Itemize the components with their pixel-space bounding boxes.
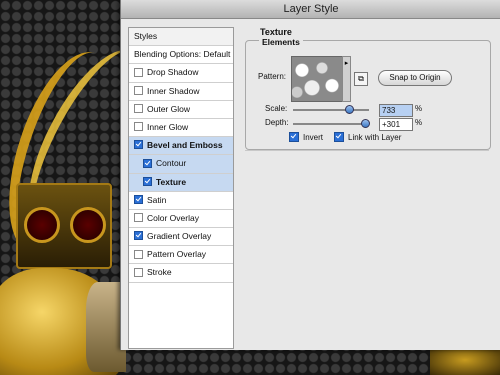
scale-slider[interactable] [293, 109, 369, 111]
style-item-label: Drop Shadow [147, 67, 199, 78]
speaker-artwork [24, 207, 60, 243]
speaker-artwork [70, 207, 106, 243]
depth-input[interactable]: +301 [379, 118, 413, 131]
style-item[interactable]: Drop Shadow [129, 64, 233, 83]
layer-style-dialog: Layer Style Styles Blending Options: Defa… [120, 0, 500, 350]
style-item[interactable]: Styles [129, 28, 233, 47]
depth-slider[interactable] [293, 123, 369, 125]
style-checkbox[interactable] [134, 104, 143, 113]
style-item[interactable]: Stroke [129, 264, 233, 283]
style-checkbox[interactable] [134, 140, 143, 150]
new-preset-icon[interactable]: ⧉ [354, 72, 368, 86]
dialog-title: Layer Style [121, 0, 500, 19]
style-item-label: Outer Glow [147, 103, 190, 114]
style-item[interactable]: Texture [129, 173, 233, 192]
pattern-swatch[interactable] [291, 56, 343, 102]
depth-label: Depth: [265, 118, 289, 127]
style-checkbox[interactable] [134, 213, 143, 223]
invert-label: Invert [303, 133, 324, 143]
style-checkbox[interactable] [134, 122, 143, 132]
style-item-label: Color Overlay [147, 212, 199, 223]
texture-section-title: Texture [260, 27, 292, 37]
style-item[interactable]: Outer Glow [129, 101, 233, 119]
style-checkbox[interactable] [134, 267, 143, 277]
style-item[interactable]: Inner Glow [129, 119, 233, 138]
link-with-layer-checkbox[interactable]: Link with Layer [334, 132, 402, 143]
snap-to-origin-button[interactable]: Snap to Origin [378, 70, 452, 86]
style-item-label: Inner Glow [147, 121, 189, 132]
style-item[interactable]: Satin [129, 192, 233, 210]
link-with-layer-label: Link with Layer [348, 133, 402, 143]
style-checkbox[interactable] [134, 85, 143, 95]
style-item-label: Satin [147, 194, 167, 205]
style-checkbox[interactable] [143, 176, 152, 186]
depth-unit: % [415, 118, 423, 127]
style-item[interactable]: Inner Shadow [129, 83, 233, 101]
style-item-label: Gradient Overlay [147, 231, 212, 242]
scale-label: Scale: [265, 104, 288, 113]
style-item[interactable]: Bevel and Emboss [129, 137, 233, 156]
style-checkbox[interactable] [143, 158, 152, 168]
triangle-right-icon[interactable]: ▸ [342, 56, 351, 102]
style-item[interactable]: Blending Options: Default [129, 46, 233, 65]
style-item-label: Stroke [147, 267, 172, 278]
style-checkbox[interactable] [134, 249, 143, 259]
style-item[interactable]: Pattern Overlay [129, 246, 233, 265]
link-check-icon[interactable] [334, 132, 344, 142]
style-item-label: Bevel and Emboss [147, 140, 223, 151]
pattern-label: Pattern: [258, 72, 287, 81]
boombox-artwork [16, 183, 112, 269]
style-item[interactable]: Color Overlay [129, 210, 233, 229]
invert-check-icon[interactable] [289, 132, 299, 142]
invert-checkbox[interactable]: Invert [289, 132, 324, 143]
scale-input[interactable]: 733 [379, 104, 413, 117]
styles-list: Styles Blending Options: Default Drop Shad… [128, 27, 234, 349]
empty-options-area [245, 150, 489, 345]
style-item-label: Texture [156, 176, 187, 187]
style-checkbox[interactable] [134, 67, 143, 77]
style-item-label: Inner Shadow [147, 85, 200, 96]
scale-slider-thumb[interactable] [344, 105, 354, 114]
style-item-label: Styles [134, 31, 158, 41]
style-item[interactable]: Contour [129, 155, 233, 174]
style-checkbox[interactable] [134, 231, 143, 241]
scale-unit: % [415, 104, 423, 113]
style-item-label: Blending Options: Default [134, 49, 231, 60]
style-checkbox[interactable] [134, 194, 143, 204]
style-item[interactable]: Gradient Overlay [129, 228, 233, 247]
style-item-label: Contour [156, 158, 187, 169]
elements-group-title: Elements [259, 37, 303, 47]
style-item-label: Pattern Overlay [147, 249, 207, 260]
